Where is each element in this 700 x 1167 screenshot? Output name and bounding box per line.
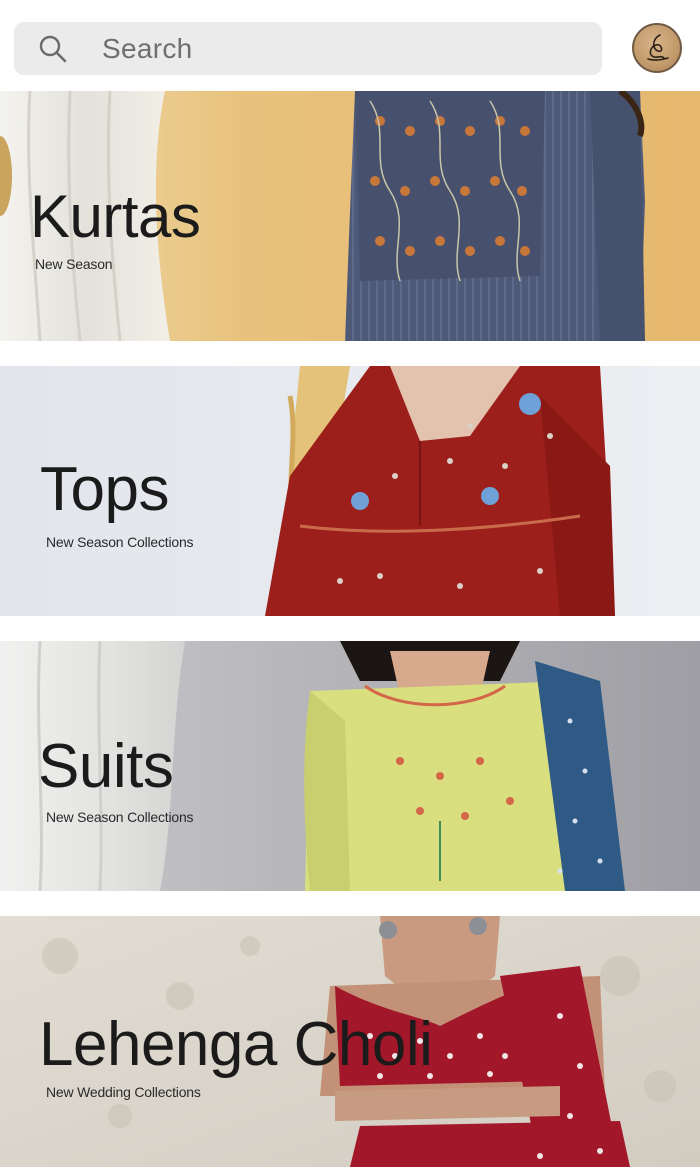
category-title: Tops xyxy=(40,455,169,524)
search-bar[interactable] xyxy=(14,22,602,75)
category-banner-tops[interactable]: Tops New Season Collections xyxy=(0,366,700,616)
category-subtitle: New Season Collections xyxy=(46,534,194,550)
search-icon xyxy=(39,35,67,63)
category-subtitle: New Season Collections xyxy=(46,809,194,825)
category-title: Suits xyxy=(38,732,174,801)
category-banner-kurtas[interactable]: Kurtas New Season xyxy=(0,91,700,341)
category-banner-suits[interactable]: Suits New Season Collections xyxy=(0,641,700,891)
category-title: Kurtas xyxy=(30,183,201,250)
signature-logo-icon xyxy=(647,34,669,61)
category-title: Lehenga Choli xyxy=(39,1010,433,1079)
app-header xyxy=(0,0,700,90)
profile-avatar[interactable] xyxy=(632,23,682,73)
category-subtitle: New Wedding Collections xyxy=(46,1084,201,1100)
search-input[interactable] xyxy=(102,22,592,75)
category-subtitle: New Season xyxy=(35,256,113,272)
category-banner-lehenga-choli[interactable]: Lehenga Choli New Wedding Collections xyxy=(0,916,700,1167)
